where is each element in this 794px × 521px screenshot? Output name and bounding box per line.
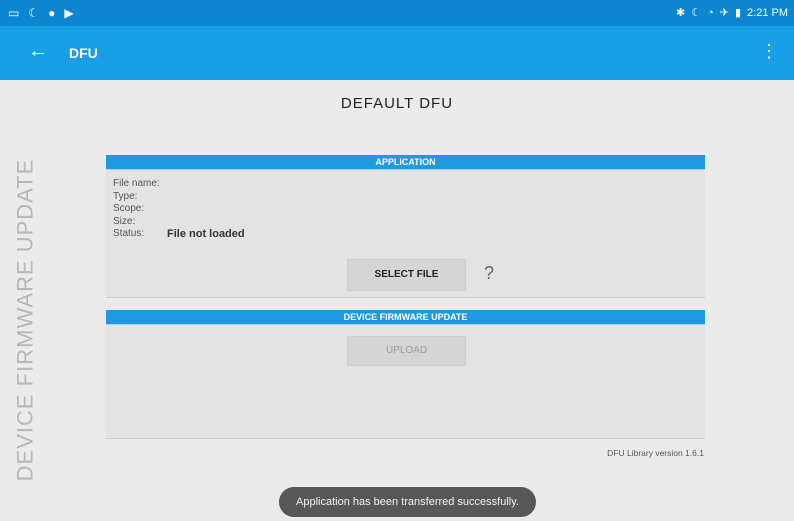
- battery-icon: ▮: [734, 7, 742, 19]
- help-icon[interactable]: ?: [484, 263, 494, 284]
- select-file-button[interactable]: SELECT FILE: [347, 259, 466, 291]
- scope-label: Scope:: [113, 203, 145, 214]
- location-icon: ●: [48, 6, 56, 20]
- type-label: Type:: [113, 190, 138, 202]
- status-bar: ▭ ☾ ● ▶ ✱ ☾ ◔ ✈ ▮ 2:21 PM: [0, 0, 794, 26]
- back-arrow-icon[interactable]: ←: [28, 40, 48, 63]
- vertical-title-text: DEVICE FIRMWARE UPDATE: [12, 158, 37, 482]
- bluetooth-icon: ✱: [676, 7, 686, 19]
- status-right-icons: ✱ ☾ ◔ ✈ ▮ 2:21 PM: [676, 6, 788, 20]
- app-bar: ← DFU ⋮: [0, 26, 794, 80]
- status-value: File not loaded: [167, 228, 245, 240]
- dfu-header: DEVICE FIRMWARE UPDATE: [106, 310, 705, 325]
- application-panel: APPLICATION File name: Type: Scope: Size…: [106, 155, 705, 298]
- moon-icon: ☾: [28, 6, 40, 20]
- dfu-panel: DEVICE FIRMWARE UPDATE UPLOAD: [106, 310, 705, 439]
- upload-button[interactable]: UPLOAD: [347, 336, 466, 366]
- vertical-title: DEVICE FIRMWARE UPDATE: [10, 158, 40, 482]
- library-version: DFU Library version 1.6.1: [607, 448, 704, 458]
- status-label: Status:: [113, 228, 145, 239]
- play-store-icon: ▶: [64, 6, 74, 20]
- page-title: DEFAULT DFU: [340, 95, 454, 112]
- clock: 2:21 PM: [747, 6, 788, 19]
- moon-icon: ☾: [691, 7, 702, 19]
- airplane-icon: ✈: [719, 7, 729, 19]
- file-name-label: File name:: [113, 178, 160, 189]
- application-header: APPLICATION: [106, 155, 705, 170]
- size-label: Size:: [113, 215, 136, 227]
- success-toast: Application has been transferred success…: [279, 487, 536, 517]
- file-info: File name: Type: Scope: Size: Status: Fi…: [113, 178, 245, 241]
- app-title: DFU: [69, 45, 98, 61]
- notification-icon: ▭: [8, 6, 20, 20]
- wifi-icon: ◔: [707, 6, 714, 19]
- overflow-menu-icon[interactable]: ⋮: [760, 41, 778, 62]
- status-left-icons: ▭ ☾ ● ▶: [8, 6, 74, 20]
